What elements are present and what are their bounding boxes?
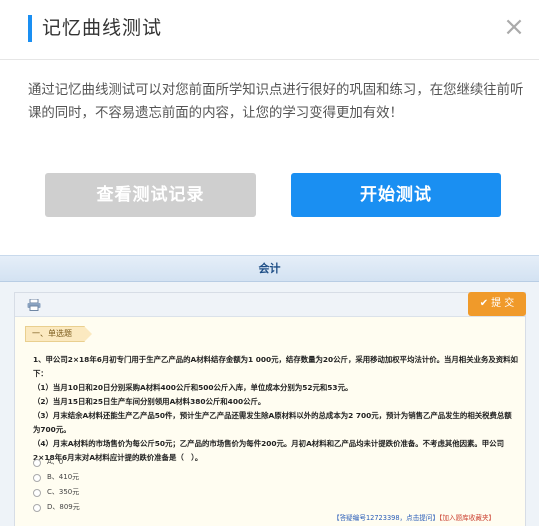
option-label: B、410元 — [47, 473, 80, 481]
footer-links: 【答疑编号12723398，点击提问】【加入题库收藏夹】 — [333, 512, 495, 522]
dialog-header: 记忆曲线测试 × — [0, 0, 539, 60]
question-text: 1、甲公司2×18年6月初专门用于生产乙产品的A材料结存金额为1 000元，结存… — [33, 353, 519, 465]
title-accent-bar — [28, 15, 32, 42]
option-d[interactable]: D、809元 — [33, 500, 80, 515]
print-icon[interactable] — [27, 299, 41, 311]
radio-icon[interactable] — [33, 488, 41, 497]
sheet-toolbar — [15, 293, 525, 317]
option-c[interactable]: C、350元 — [33, 485, 80, 500]
add-favorites-link[interactable]: 【加入题库收藏夹】 — [439, 514, 495, 522]
option-label: D、809元 — [47, 503, 80, 511]
question-line: （4）月末A材料的市场售价为每公斤50元；乙产品的市场售价为每件200元。月初A… — [33, 439, 504, 462]
submit-button[interactable]: ✔ 提 交 — [468, 292, 526, 316]
dialog-title: 记忆曲线测试 — [42, 17, 163, 39]
check-icon: ✔ — [479, 298, 489, 309]
radio-icon[interactable] — [33, 503, 41, 512]
option-label: A、0 — [47, 458, 64, 466]
option-b[interactable]: B、410元 — [33, 470, 80, 485]
option-a[interactable]: A、0 — [33, 455, 80, 470]
ask-question-link[interactable]: 【答疑编号12723398，点击提问】 — [333, 514, 439, 522]
test-preview: 会计 ✔ 提 交 一、单选题 1、甲公司2×18年6月初专门用于生产乙产品的A材料… — [0, 255, 539, 526]
radio-icon[interactable] — [33, 473, 41, 482]
question-line: （2）当月15日和25日生产车间分别领用A材料380公斤和400公斤。 — [33, 397, 266, 406]
answer-options: A、0 B、410元 C、350元 D、809元 — [33, 455, 80, 515]
preview-title: 会计 — [0, 256, 539, 282]
close-icon[interactable]: × — [503, 14, 525, 40]
option-label: C、350元 — [47, 488, 80, 496]
view-records-button[interactable]: 查看测试记录 — [45, 173, 256, 217]
question-line: （3）月末结余A材料还能生产乙产品50件，预计生产乙产品还需发生除A原材料以外的… — [33, 411, 512, 434]
question-sheet: ✔ 提 交 一、单选题 1、甲公司2×18年6月初专门用于生产乙产品的A材料结存金… — [14, 292, 526, 526]
intro-text: 通过记忆曲线测试可以对您前面所学知识点进行很好的巩固和练习，在您继续往前听课的同… — [28, 83, 524, 121]
radio-icon[interactable] — [33, 458, 41, 467]
question-line: （1）当月10日和20日分别采购A材料400公斤和500公斤入库，单位成本分别为… — [33, 383, 353, 392]
section-tag: 一、单选题 — [25, 326, 92, 342]
start-test-button[interactable]: 开始测试 — [291, 173, 501, 217]
question-line: 1、甲公司2×18年6月初专门用于生产乙产品的A材料结存金额为1 000元，结存… — [33, 355, 518, 378]
submit-label: 提 交 — [491, 298, 515, 309]
